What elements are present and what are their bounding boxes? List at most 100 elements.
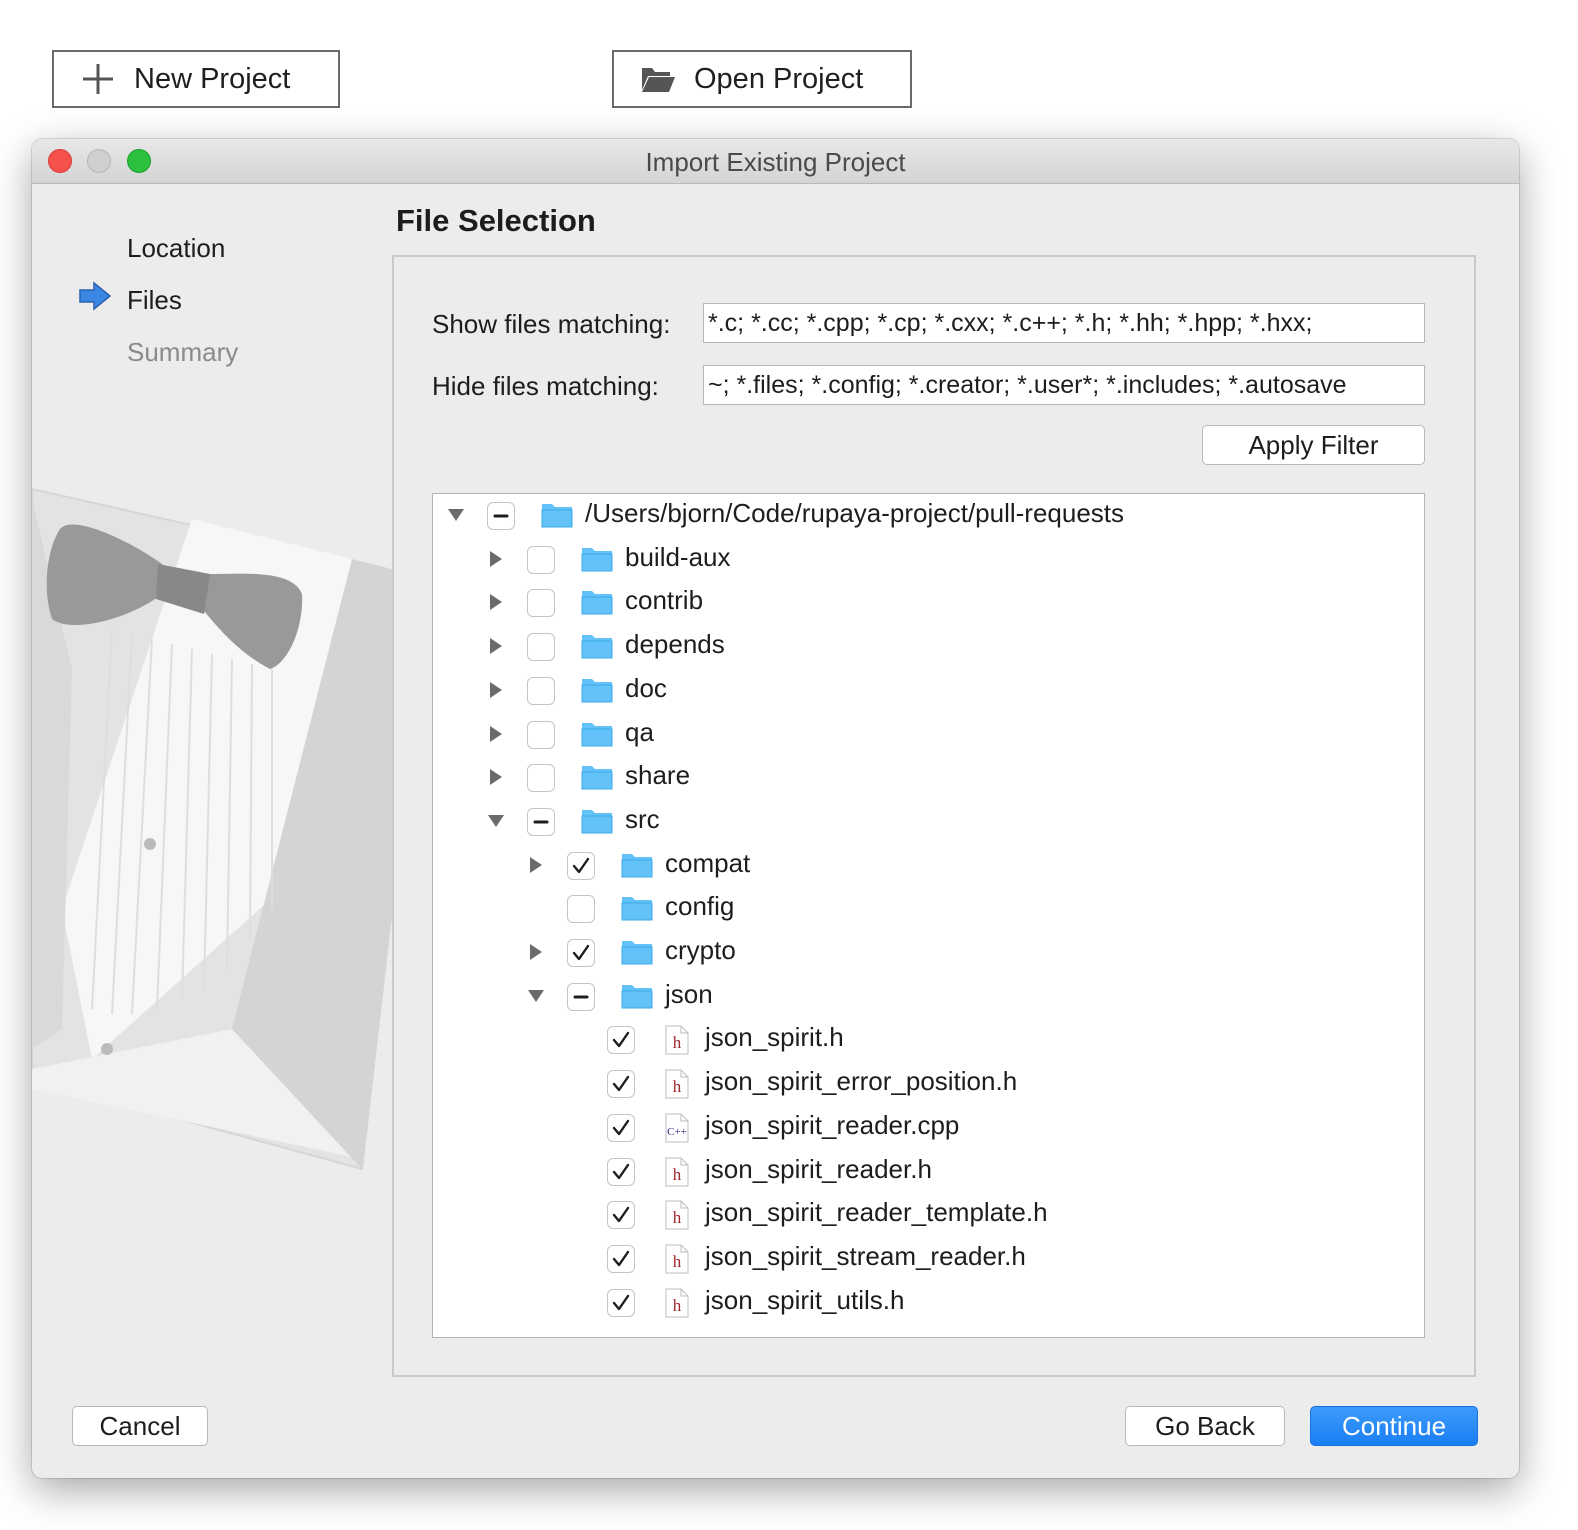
current-step-arrow-icon (79, 281, 112, 311)
tree-checkbox-checked[interactable] (567, 939, 595, 967)
header-file-icon: h (665, 1244, 689, 1279)
svg-text:h: h (673, 1252, 682, 1271)
tree-row-label: depends (625, 629, 725, 660)
folder-icon (541, 501, 573, 534)
tree-row[interactable]: contrib (433, 581, 1424, 625)
disclosure-open-icon[interactable] (447, 506, 464, 524)
page-title: File Selection (396, 203, 596, 238)
tree-row[interactable]: h json_spirit_utils.h (433, 1281, 1424, 1325)
tree-checkbox-unchecked[interactable] (527, 764, 555, 793)
disclosure-open-icon[interactable] (487, 812, 504, 830)
tree-checkbox-checked[interactable] (607, 1026, 635, 1055)
folder-icon (621, 938, 653, 971)
tree-row-label: src (625, 803, 660, 834)
tree-checkbox-partial[interactable] (527, 807, 555, 836)
svg-text:h: h (673, 1208, 682, 1227)
tree-row[interactable]: json (433, 975, 1424, 1019)
step-summary: Summary (127, 337, 239, 367)
tree-checkbox-checked[interactable] (567, 851, 595, 880)
tree-row[interactable]: C++ json_spirit_reader.cpp (433, 1106, 1424, 1150)
disclosure-closed-icon[interactable] (487, 637, 503, 655)
tree-row[interactable]: /Users/bjorn/Code/rupaya-project/pull-re… (433, 494, 1424, 538)
disclosure-closed-icon[interactable] (487, 768, 503, 786)
window-title: Import Existing Project (645, 147, 906, 177)
disclosure-open-icon[interactable] (527, 987, 544, 1005)
cpp-file-icon: C++ (665, 1113, 689, 1148)
tree-row-label: share (625, 760, 691, 791)
disclosure-closed-icon[interactable] (487, 550, 503, 568)
tree-row[interactable]: compat (433, 844, 1424, 888)
tree-checkbox-checked[interactable] (607, 1244, 635, 1273)
continue-button[interactable]: Continue (1310, 1406, 1478, 1446)
file-tree[interactable]: /Users/bjorn/Code/rupaya-project/pull-re… (432, 493, 1425, 1338)
hide-files-input[interactable] (703, 365, 1425, 405)
tree-checkbox-unchecked[interactable] (527, 633, 555, 662)
tree-row[interactable]: src (433, 800, 1424, 844)
tree-row[interactable]: h json_spirit_stream_reader.h (433, 1237, 1424, 1281)
tree-row[interactable]: depends (433, 625, 1424, 669)
hide-files-label: Hide files matching: (432, 371, 659, 401)
show-files-label: Show files matching: (432, 309, 671, 339)
tree-row[interactable]: config (433, 887, 1424, 931)
step-location: Location (127, 233, 226, 263)
new-project-button[interactable]: New Project (52, 50, 340, 108)
tree-row[interactable]: qa (433, 713, 1424, 757)
tree-row[interactable]: h json_spirit.h (433, 1018, 1424, 1062)
cancel-button[interactable]: Cancel (72, 1406, 208, 1446)
open-project-button[interactable]: Open Project (612, 50, 912, 108)
file-selection-panel: Show files matching: Hide files matching… (392, 255, 1476, 1377)
tree-row-label: contrib (625, 585, 704, 616)
tree-row[interactable]: h json_spirit_error_position.h (433, 1062, 1424, 1106)
svg-text:h: h (673, 1165, 682, 1184)
folder-icon (581, 676, 613, 709)
apply-filter-button[interactable]: Apply Filter (1202, 425, 1425, 465)
tree-checkbox-checked[interactable] (607, 1201, 635, 1230)
tree-checkbox-unchecked[interactable] (527, 720, 555, 749)
tree-row[interactable]: build-aux (433, 538, 1424, 582)
header-file-icon: h (665, 1288, 689, 1323)
tree-row-label: json_spirit_reader.cpp (705, 1109, 960, 1140)
folder-icon (581, 763, 613, 796)
folder-icon (581, 545, 613, 578)
folder-icon (581, 588, 613, 621)
step-files: Files (127, 285, 182, 315)
tree-row-label: doc (625, 672, 667, 703)
tree-row-label: json_spirit_stream_reader.h (705, 1240, 1026, 1271)
tree-checkbox-unchecked[interactable] (567, 895, 595, 924)
tree-row-label: crypto (665, 935, 736, 965)
folder-icon (581, 632, 613, 665)
tree-row[interactable]: h json_spirit_reader.h (433, 1150, 1424, 1194)
tree-checkbox-checked[interactable] (607, 1157, 635, 1186)
svg-text:h: h (673, 1033, 682, 1052)
tree-row-label: json_spirit_utils.h (705, 1284, 905, 1315)
header-file-icon: h (665, 1157, 689, 1192)
tree-row[interactable]: crypto (433, 931, 1424, 975)
tree-checkbox-partial[interactable] (487, 502, 515, 530)
title-bar: Import Existing Project (32, 139, 1519, 184)
tree-checkbox-unchecked[interactable] (527, 589, 555, 618)
disclosure-closed-icon[interactable] (487, 593, 503, 611)
tree-row[interactable]: h json_spirit_reader_template.h (433, 1193, 1424, 1237)
disclosure-closed-icon[interactable] (527, 943, 543, 961)
tree-row[interactable]: share (433, 756, 1424, 800)
disclosure-closed-icon[interactable] (527, 856, 543, 874)
tree-checkbox-checked[interactable] (607, 1113, 635, 1142)
tree-checkbox-partial[interactable] (567, 982, 595, 1011)
tuxedo-artwork (32, 487, 432, 1171)
tree-checkbox-unchecked[interactable] (527, 676, 555, 705)
svg-text:h: h (673, 1077, 682, 1096)
disclosure-closed-icon[interactable] (487, 681, 503, 699)
tree-row-label: qa (625, 716, 654, 747)
disclosure-closed-icon[interactable] (487, 725, 503, 743)
tree-row[interactable]: doc (433, 669, 1424, 713)
plus-icon (78, 62, 118, 96)
tree-checkbox-checked[interactable] (607, 1070, 635, 1099)
tree-row-label: json_spirit_error_position.h (705, 1066, 1018, 1097)
header-file-icon: h (665, 1200, 689, 1235)
tree-checkbox-checked[interactable] (607, 1288, 635, 1317)
tree-row-label: /Users/bjorn/Code/rupaya-project/pull-re… (585, 498, 1125, 528)
show-files-input[interactable] (703, 303, 1425, 343)
go-back-button[interactable]: Go Back (1125, 1406, 1285, 1446)
tree-checkbox-unchecked[interactable] (527, 545, 555, 574)
header-file-icon: h (665, 1025, 689, 1060)
